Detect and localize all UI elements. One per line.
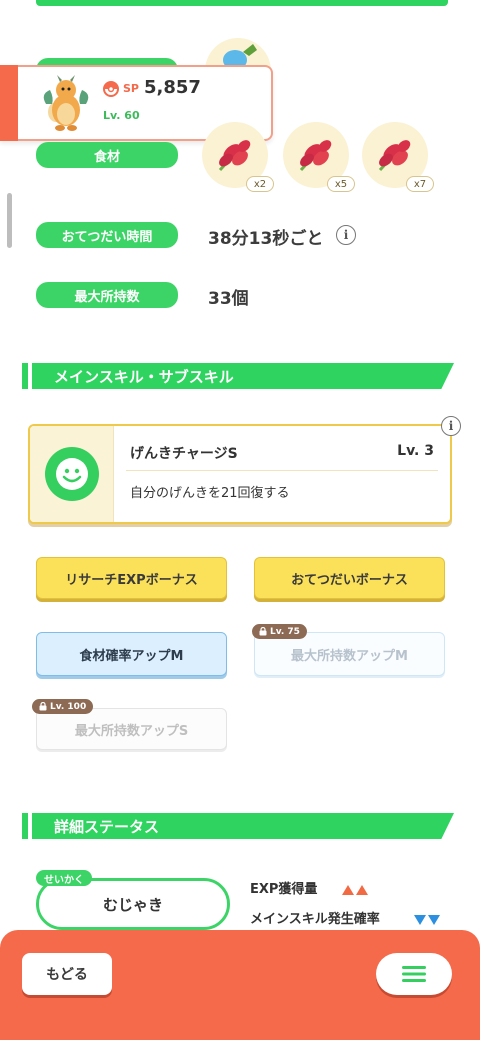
main-skill-section-title: メインスキル・サブスキル [32, 363, 454, 389]
subskill-ingredient-finder-m[interactable]: 食材確率アップM [36, 632, 227, 676]
section-marker [22, 813, 28, 839]
skill-info-icon[interactable]: i [441, 416, 461, 436]
skill-level: Lv. 3 [397, 443, 434, 459]
ingredient-slot-1[interactable]: x2 [202, 122, 274, 194]
up-arrow-icon [342, 885, 354, 895]
effect-main-skill-chance-label: メインスキル発生確率 [250, 912, 380, 927]
nature-tag: せいかく [36, 870, 92, 886]
dragonite-icon [36, 74, 92, 132]
back-button[interactable]: もどる [22, 953, 112, 995]
skill-name: げんきチャージS [130, 446, 238, 462]
sp-value: 5,857 [144, 77, 201, 98]
top-section-bar [36, 0, 448, 6]
help-time-label: おてつだい時間 [36, 222, 178, 248]
lock-badge-lv75: Lv. 75 [252, 624, 307, 639]
effect-up-arrows [342, 880, 370, 899]
subskill-helping-bonus[interactable]: おてつだいボーナス [254, 557, 445, 599]
pokeball-icon [103, 81, 119, 97]
subskill-research-exp-bonus[interactable]: リサーチEXPボーナス [36, 557, 227, 599]
subskill-inventory-up-s-locked[interactable]: 最大所持数アップS [36, 708, 227, 750]
skill-description: 自分のげんきを21回復する [130, 486, 290, 501]
up-arrow-icon [356, 885, 368, 895]
lock-icon [259, 627, 267, 636]
menu-button[interactable] [376, 953, 452, 995]
lock-level: Lv. 100 [50, 701, 87, 712]
effect-down-arrows [414, 910, 442, 929]
pokemon-level: Lv. 60 [103, 109, 140, 122]
detail-status-section-title: 詳細ステータス [32, 813, 454, 839]
ingredients-label: 食材 [36, 142, 178, 168]
lock-level: Lv. 75 [270, 626, 300, 637]
scrollbar[interactable] [7, 193, 12, 248]
max-carry-value: 33個 [208, 289, 249, 309]
skill-divider [126, 470, 438, 471]
main-skill-card[interactable]: げんきチャージS Lv. 3 自分のげんきを21回復する [28, 424, 452, 524]
ingredient-count: x7 [406, 176, 434, 192]
lock-badge-lv100: Lv. 100 [32, 699, 94, 714]
section-marker [22, 363, 28, 389]
ingredient-count: x5 [327, 176, 355, 192]
card-accent [0, 65, 18, 141]
smile-skill-icon [44, 446, 100, 502]
ingredient-count: x2 [246, 176, 274, 192]
down-arrow-icon [428, 915, 440, 925]
max-carry-label: 最大所持数 [36, 282, 178, 308]
hamburger-menu-icon [402, 966, 426, 982]
info-icon[interactable]: i [336, 225, 356, 245]
effect-exp-gain-label: EXP獲得量 [250, 882, 318, 897]
lock-icon [39, 702, 47, 711]
sp-label: SP [123, 82, 139, 95]
ingredient-slot-2[interactable]: x5 [283, 122, 355, 194]
help-time-value: 38分13秒ごと [208, 229, 324, 249]
down-arrow-icon [414, 915, 426, 925]
ingredient-slot-3[interactable]: x7 [362, 122, 434, 194]
